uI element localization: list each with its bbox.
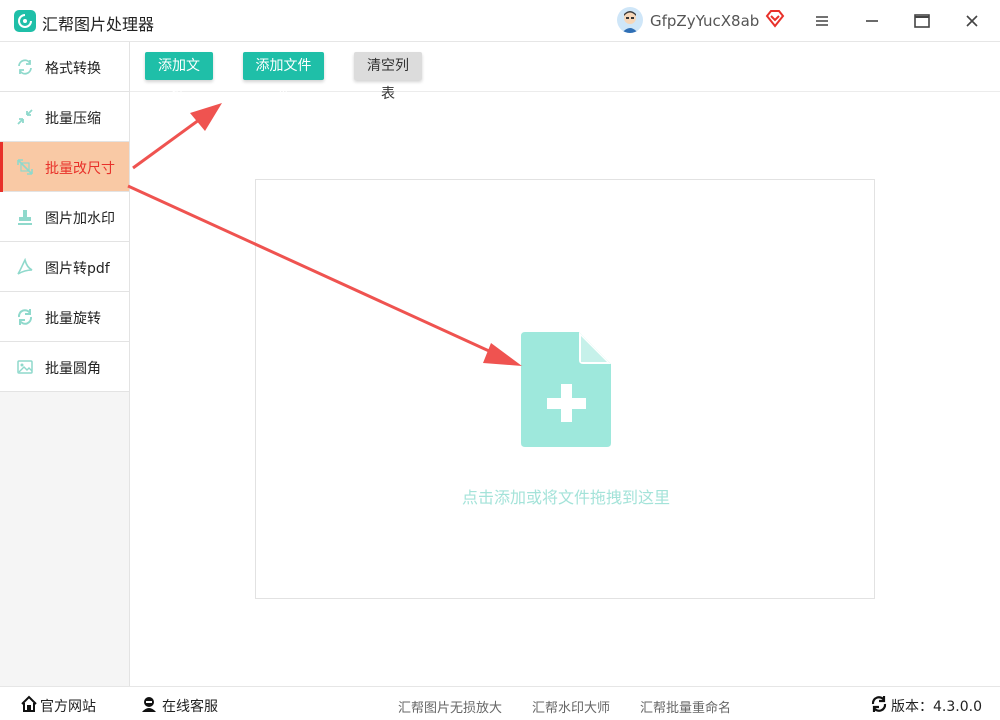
user-avatar[interactable] — [617, 7, 643, 33]
compress-icon — [17, 109, 33, 125]
version-label: 版本：4.3.0.0 — [891, 699, 982, 715]
sidebar-item-format-convert[interactable]: 格式转换 — [0, 42, 129, 92]
app-logo-icon — [14, 10, 36, 32]
close-icon[interactable] — [960, 9, 984, 33]
official-website-link[interactable]: 官方网站 — [40, 696, 96, 716]
app-title: 汇帮图片处理器 — [42, 15, 155, 34]
maximize-icon[interactable] — [910, 9, 934, 33]
sidebar-item-label: 批量圆角 — [45, 361, 101, 377]
sidebar-item-label: 批量改尺寸 — [45, 161, 115, 177]
sidebar-item-compress[interactable]: 批量压缩 — [0, 92, 129, 142]
toolbar: 添加文件 添加文件夹 清空列表 — [130, 42, 1000, 102]
username[interactable]: GfpZyYucX8ab — [650, 12, 759, 30]
update-refresh-icon[interactable] — [870, 695, 888, 713]
footer-link-rename[interactable]: 汇帮批量重命名 — [640, 697, 731, 716]
resize-icon — [17, 159, 33, 175]
sidebar: 格式转换 批量压缩 批量改尺寸 图片加水印 图片转pdf 批量旋转 批量圆角 — [0, 42, 130, 686]
rotate-icon — [17, 309, 33, 325]
sidebar-item-label: 格式转换 — [45, 61, 101, 77]
sidebar-item-label: 批量压缩 — [45, 111, 101, 127]
title-bar: 汇帮图片处理器 GfpZyYucX8ab — [0, 0, 1000, 42]
add-file-button[interactable]: 添加文件 — [145, 52, 213, 102]
add-folder-button[interactable]: 添加文件夹 — [243, 52, 324, 102]
arrow-to-add-file — [132, 103, 222, 170]
home-icon — [21, 695, 37, 712]
file-drop-zone[interactable]: 点击添加或将文件拖拽到这里 — [255, 179, 875, 599]
footer-link-watermark[interactable]: 汇帮水印大师 — [532, 697, 610, 716]
sidebar-item-label: 图片加水印 — [45, 211, 115, 227]
sidebar-item-pdf[interactable]: 图片转pdf — [0, 242, 129, 292]
rounded-corner-icon — [17, 360, 33, 374]
sidebar-item-watermark[interactable]: 图片加水印 — [0, 192, 129, 242]
online-support-link[interactable]: 在线客服 — [162, 696, 218, 716]
format-convert-icon — [18, 59, 32, 75]
minimize-icon[interactable] — [860, 9, 884, 33]
clear-list-button[interactable]: 清空列表 — [354, 52, 422, 102]
customer-service-icon — [142, 697, 156, 712]
sidebar-item-rounded-corner[interactable]: 批量圆角 — [0, 342, 129, 392]
footer-link-upscale[interactable]: 汇帮图片无损放大 — [398, 697, 502, 716]
add-file-icon[interactable] — [521, 332, 611, 447]
sidebar-item-resize[interactable]: 批量改尺寸 — [0, 142, 129, 192]
pdf-icon — [17, 258, 33, 275]
vip-diamond-icon[interactable] — [765, 10, 785, 32]
drop-hint: 点击添加或将文件拖拽到这里 — [461, 488, 670, 507]
app-window: 汇帮图片处理器 GfpZyYucX8ab 格式转换 批量压缩 批量改尺寸 图片加… — [0, 0, 1000, 720]
footer: 官方网站 在线客服 汇帮图片无损放大 汇帮水印大师 汇帮批量重命名 版本：4.3… — [0, 686, 1000, 720]
sidebar-item-label: 批量旋转 — [45, 311, 101, 327]
watermark-icon — [18, 210, 32, 225]
sidebar-item-rotate[interactable]: 批量旋转 — [0, 292, 129, 342]
menu-icon[interactable] — [810, 9, 834, 33]
sidebar-item-label: 图片转pdf — [45, 261, 110, 277]
